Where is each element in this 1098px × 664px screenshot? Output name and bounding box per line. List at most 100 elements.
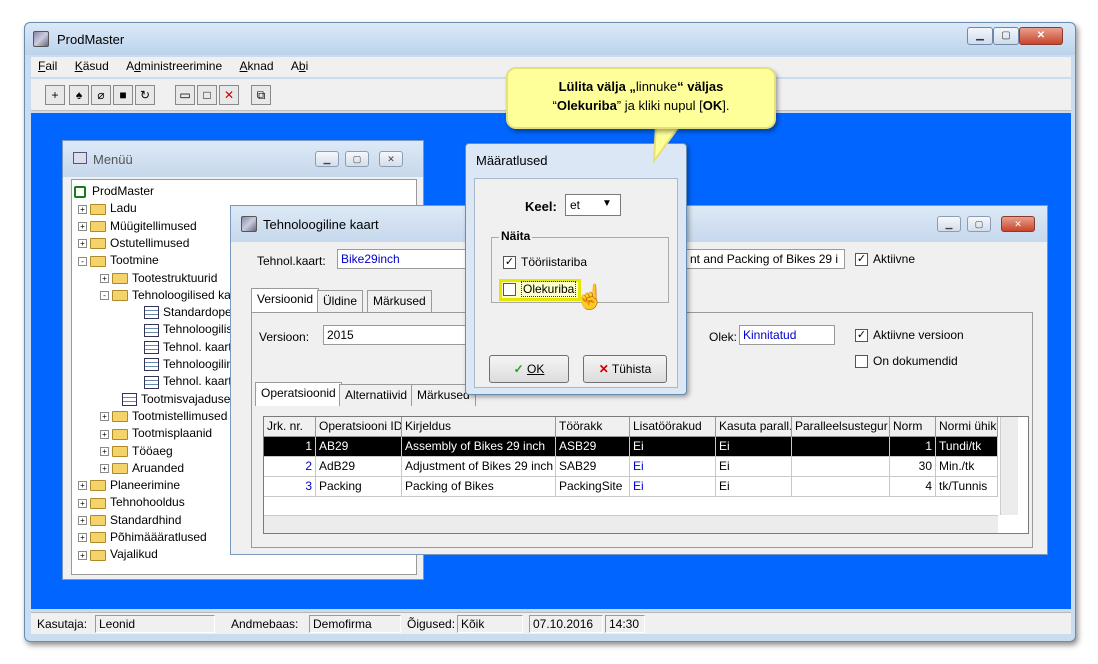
menu-kasud[interactable]: Käsud xyxy=(68,57,116,73)
callout-tail xyxy=(652,125,682,165)
maximize-button[interactable]: ▢ xyxy=(345,151,369,167)
tree-item[interactable]: ProdMaster xyxy=(74,183,154,200)
maximize-button[interactable]: ▢ xyxy=(967,216,991,232)
menu-fail[interactable]: Fail xyxy=(31,57,64,73)
expand-icon[interactable]: + xyxy=(78,221,87,231)
menu-administreerimine[interactable]: Administreerimine xyxy=(119,57,229,73)
eraser-icon[interactable]: ⌀ xyxy=(91,85,111,105)
tree-item-label: Tehnol. kaarti xyxy=(163,339,235,354)
vertical-scrollbar[interactable] xyxy=(1000,417,1018,515)
horizontal-scrollbar[interactable] xyxy=(264,515,998,533)
table-row[interactable]: 1 AB29 Assembly of Bikes 29 inch ASB29 Ei Ei 1… xyxy=(264,437,998,457)
tree-item[interactable]: Tehnol. kaarti xyxy=(144,339,234,356)
column-header-seq-col[interactable]: Jrk. nr. xyxy=(264,417,316,437)
card-field[interactable]: Bike29inch xyxy=(337,249,467,269)
expand-icon[interactable]: + xyxy=(78,516,87,526)
delete-icon[interactable]: ✕ xyxy=(219,85,239,105)
collapse-icon[interactable]: - xyxy=(78,256,87,266)
tree-item[interactable]: + Ostutellimused xyxy=(78,235,189,252)
stop-icon[interactable]: ■ xyxy=(113,85,133,105)
tree-item-label: Tehnoloogilised ka xyxy=(132,287,231,302)
tree-item[interactable]: + Ladu xyxy=(78,200,137,217)
expand-icon[interactable]: + xyxy=(100,412,109,422)
tree-item[interactable]: + Vajalikud xyxy=(78,546,158,563)
toolbar-checkbox[interactable]: ✓ Tööriistariba xyxy=(503,255,587,270)
description-field[interactable]: nt and Packing of Bikes 29 i xyxy=(687,249,845,269)
tree-item[interactable]: + Põhimäääratlused xyxy=(78,529,207,546)
tree-item[interactable]: Tootmisvajadused xyxy=(122,391,237,408)
column-header-op-id-col[interactable]: Operatsiooni ID xyxy=(316,417,402,437)
table-row[interactable]: 2 AdB29 Adjustment of Bikes 29 inch SAB29 Ei… xyxy=(264,457,998,477)
has-docs-checkbox[interactable]: On dokumendid xyxy=(855,354,958,369)
active-version-checkbox[interactable]: ✓ Aktiivne versioon xyxy=(855,328,964,343)
tree-item-label: Tehnoloogiline xyxy=(163,357,240,371)
open-folder-icon[interactable]: ▭ xyxy=(175,85,195,105)
tree-item-label: Planeerimine xyxy=(110,478,181,493)
tree-item[interactable]: + Planeerimine xyxy=(78,477,180,494)
tab-operatsioonid[interactable]: Operatsioonid xyxy=(255,382,342,406)
tree-item[interactable]: Tehnoloogilise xyxy=(144,321,239,338)
tab-alternatiivid[interactable]: Alternatiivid xyxy=(339,384,414,406)
cancel-button[interactable]: ✕ Tühista xyxy=(583,355,667,383)
expand-icon[interactable]: + xyxy=(78,204,87,214)
close-button[interactable]: ✕ xyxy=(1019,27,1063,45)
statusbar-checkbox[interactable]: Olekuriba xyxy=(503,281,577,297)
tab-markused[interactable]: Märkused xyxy=(367,290,432,312)
expand-icon[interactable]: + xyxy=(100,429,109,439)
expand-icon[interactable]: + xyxy=(78,550,87,560)
tree-item[interactable]: Tehnol. kaarti xyxy=(144,373,234,390)
expand-icon[interactable]: + xyxy=(100,273,109,283)
column-header-parallel-factor-col[interactable]: Paralleelsustegur xyxy=(792,417,890,437)
column-header-description-col[interactable]: Kirjeldus xyxy=(402,417,556,437)
tree-item[interactable]: + Tootmistellimused xyxy=(100,408,227,425)
tree-item[interactable]: + Standardhind xyxy=(78,512,181,529)
expand-icon[interactable]: + xyxy=(100,464,109,474)
column-header-norm-col[interactable]: Norm xyxy=(890,417,936,437)
table-cell: PackingSite xyxy=(556,477,630,497)
table-cell xyxy=(792,457,890,477)
add-icon[interactable]: + xyxy=(45,85,65,105)
tree-item[interactable]: + Müügitellimused xyxy=(78,218,197,235)
close-button[interactable]: ✕ xyxy=(379,151,403,167)
expand-icon[interactable]: + xyxy=(78,533,87,543)
ok-button[interactable]: ✓ OK xyxy=(489,355,569,383)
collapse-icon[interactable]: - xyxy=(100,291,109,301)
refresh-icon[interactable]: ↻ xyxy=(135,85,155,105)
tree-item[interactable]: + Tööaeg xyxy=(100,443,173,460)
menu-abi[interactable]: Abi xyxy=(284,57,315,73)
column-header-extra-cells-col[interactable]: Lisatöörakud xyxy=(630,417,716,437)
minimize-button[interactable]: ▁ xyxy=(937,216,961,232)
maximize-button[interactable]: ▢ xyxy=(993,27,1019,45)
close-button[interactable]: ✕ xyxy=(1001,216,1035,232)
tab-versioonid[interactable]: Versioonid xyxy=(251,288,320,312)
tree-item[interactable]: + Tehnohooldus xyxy=(78,494,185,511)
settings-dialog: Määratlused Keel: et ▼ Näita ✓ Tööriistar… xyxy=(465,143,687,395)
menu-aknad[interactable]: Aknad xyxy=(233,57,281,73)
table-row[interactable]: 3 Packing Packing of Bikes PackingSite Ei Ei 4… xyxy=(264,477,998,497)
expand-icon[interactable]: + xyxy=(78,239,87,249)
tree-item[interactable]: - Tehnoloogilised ka xyxy=(100,287,231,304)
tree-item[interactable]: + Tootestruktuurid xyxy=(100,270,217,287)
version-field[interactable]: 2015 xyxy=(323,325,469,345)
column-header-parallel-col[interactable]: Kasuta parall. xyxy=(716,417,792,437)
status-field[interactable]: Kinnitatud xyxy=(739,325,835,345)
tree-item[interactable]: + Aruanded xyxy=(100,460,184,477)
tree-item[interactable]: Tehnoloogiline xyxy=(144,356,240,373)
active-checkbox[interactable]: ✓ Aktiivne xyxy=(855,252,915,267)
window-icon[interactable]: □ xyxy=(197,85,217,105)
copy-icon[interactable]: ⧉ xyxy=(251,85,271,105)
column-header-workcell-col[interactable]: Töörakk xyxy=(556,417,630,437)
column-header-norm-unit-col[interactable]: Normi ühik xyxy=(936,417,998,437)
minimize-button[interactable]: ▁ xyxy=(967,27,993,45)
table-cell: Ei xyxy=(716,437,792,457)
language-select[interactable]: et ▼ xyxy=(565,194,621,216)
tree-item[interactable]: + Tootmisplaanid xyxy=(100,425,212,442)
binoculars-icon[interactable]: ♠ xyxy=(69,85,89,105)
expand-icon[interactable]: + xyxy=(100,446,109,456)
expand-icon[interactable]: + xyxy=(78,498,87,508)
expand-icon[interactable]: + xyxy=(78,481,87,491)
x-icon: ✕ xyxy=(598,362,609,376)
minimize-button[interactable]: ▁ xyxy=(315,151,339,167)
tree-item[interactable]: - Tootmine xyxy=(78,252,159,269)
tab-uldine[interactable]: Üldine xyxy=(317,290,364,312)
